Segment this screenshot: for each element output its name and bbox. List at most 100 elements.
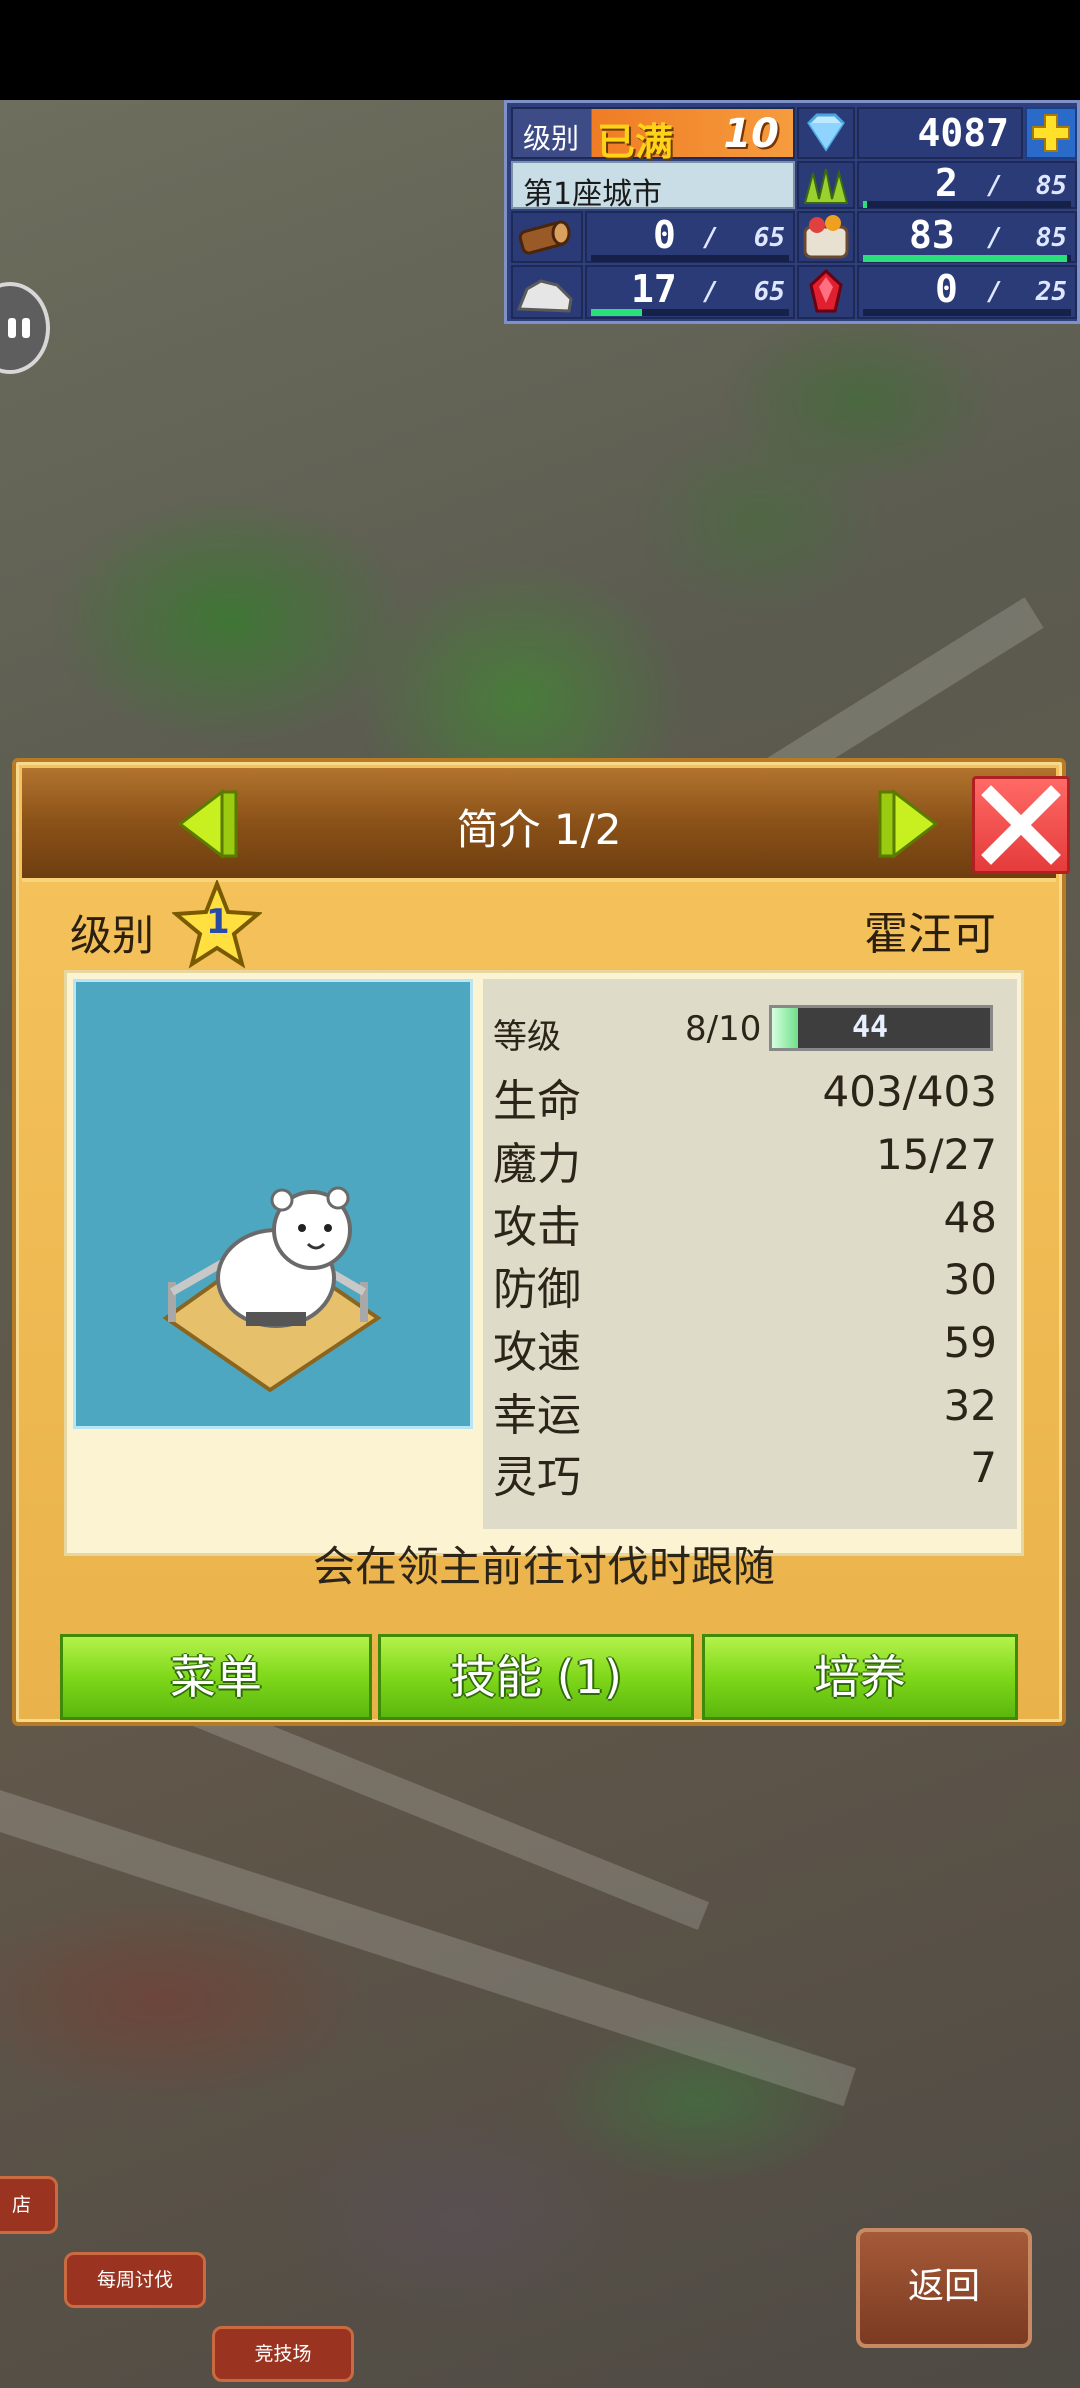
- lumber-progress-bar: [591, 255, 789, 262]
- grass-slash: /: [987, 171, 1003, 201]
- level-cell: 级别 已满 10: [511, 107, 795, 164]
- grade-label: 等级: [493, 1017, 561, 1057]
- stat-value: 32: [943, 1381, 997, 1430]
- star-level-badge: 1: [170, 878, 264, 970]
- ruby-max: 25: [1035, 277, 1067, 307]
- close-icon: [981, 785, 1061, 865]
- stat-label: 幸运: [493, 1390, 581, 1441]
- lumber-resource: 0 / 65: [585, 211, 795, 263]
- arena-label: 竞技场: [254, 2343, 312, 2365]
- status-bar: [0, 0, 1080, 100]
- grade-exp-bar: 44: [769, 1005, 993, 1051]
- gem-count: 4087: [917, 111, 1009, 155]
- stat-value: 30: [943, 1255, 997, 1304]
- stat-value: 59: [943, 1318, 997, 1367]
- stone-slash: /: [703, 277, 719, 307]
- stat-value: 403/403: [822, 1067, 997, 1116]
- lumber-icon-cell: [511, 211, 583, 263]
- polar-bear-icon: [162, 1186, 382, 1393]
- level-max-badge: 已满: [597, 120, 674, 164]
- character-profile-dialog: 简介 1/2 级别 1 霍汪可 等级 8/10 44 生命 403/403 魔力…: [12, 758, 1070, 1726]
- grass-max: 85: [1035, 171, 1067, 201]
- add-gems-button[interactable]: [1025, 107, 1077, 159]
- ruby-slash: /: [987, 277, 1003, 307]
- stat-row: 幸运 32: [493, 1375, 1007, 1441]
- grade-exp-text: 44: [852, 1010, 889, 1045]
- grass-resource: 2 / 85: [857, 161, 1077, 209]
- stat-row: 攻速 59: [493, 1312, 1007, 1378]
- level-value: 10: [723, 111, 779, 157]
- character-description: 会在领主前往讨伐时跟随: [312, 1542, 775, 1591]
- stat-label: 灵巧: [493, 1452, 581, 1503]
- stone-max: 65: [753, 277, 785, 307]
- stone-icon-cell: [511, 265, 583, 319]
- stat-row: 魔力 15/27: [493, 1124, 1007, 1190]
- food-slash: /: [987, 223, 1003, 253]
- stat-row: 攻击 48: [493, 1187, 1007, 1253]
- city-name-cell[interactable]: 第1座城市: [511, 161, 795, 212]
- character-name: 霍汪可: [864, 909, 996, 960]
- plus-icon: [1032, 114, 1070, 152]
- food-progress-bar: [863, 255, 1071, 262]
- gem-count-cell: 4087: [857, 107, 1023, 159]
- shop-label: 店: [11, 2194, 31, 2216]
- weekly-raid-label: 每周讨伐: [96, 2269, 173, 2291]
- star-level-number: 1: [206, 902, 230, 942]
- stone-icon: [516, 279, 573, 313]
- train-button[interactable]: 培养: [702, 1634, 1018, 1720]
- food-icon: [803, 215, 849, 259]
- chat-icon: [8, 318, 16, 338]
- grass-icon-cell: [797, 161, 855, 209]
- character-portrait: [73, 979, 473, 1429]
- arena-button[interactable]: 竞技场: [212, 2326, 354, 2382]
- character-level-label: 级别: [70, 911, 155, 960]
- level-label: 级别: [523, 122, 580, 155]
- stat-label: 魔力: [493, 1139, 581, 1190]
- grass-progress-bar: [863, 201, 1071, 208]
- skills-button[interactable]: 技能 (1): [378, 1634, 694, 1720]
- stats-panel: 等级 8/10 44 生命 403/403 魔力 15/27 攻击 48 防御: [483, 979, 1017, 1529]
- grass-icon: [803, 168, 849, 204]
- stat-value: 15/27: [875, 1130, 997, 1179]
- lumber-icon: [518, 220, 571, 255]
- stone-resource: 17 / 65: [585, 265, 795, 319]
- stat-row: 灵巧 7: [493, 1437, 1007, 1503]
- food-icon-cell: [797, 211, 855, 263]
- next-page-button[interactable]: [874, 788, 944, 860]
- stat-label: 防御: [493, 1264, 581, 1315]
- stat-row: 防御 30: [493, 1249, 1007, 1315]
- ruby-icon: [809, 268, 843, 313]
- menu-button[interactable]: 菜单: [60, 1634, 372, 1720]
- stat-value: 7: [970, 1443, 997, 1492]
- diamond-icon: [807, 113, 845, 152]
- shop-button[interactable]: 店: [0, 2176, 58, 2234]
- food-resource: 83 / 85: [857, 211, 1077, 263]
- close-button[interactable]: [972, 776, 1070, 874]
- stat-label: 生命: [493, 1076, 581, 1127]
- dialog-header: 简介 1/2: [22, 768, 1070, 882]
- stat-label: 攻击: [493, 1202, 581, 1253]
- lumber-value: 0: [653, 213, 676, 257]
- ruby-value: 0: [935, 267, 958, 311]
- grade-exp-fill: [772, 1008, 799, 1048]
- food-max: 85: [1035, 223, 1067, 253]
- stone-progress-bar: [591, 309, 789, 316]
- ruby-progress-bar: [863, 309, 1071, 316]
- stat-label: 攻速: [493, 1327, 581, 1378]
- weekly-raid-button[interactable]: 每周讨伐: [64, 2252, 206, 2308]
- stat-value: 48: [943, 1193, 997, 1242]
- grade-value: 8/10: [685, 1009, 762, 1049]
- arrow-right-icon: [878, 788, 939, 860]
- stone-value: 17: [631, 267, 677, 311]
- city-name: 第1座城市: [523, 177, 663, 212]
- lumber-max: 65: [753, 223, 785, 253]
- ruby-resource: 0 / 25: [857, 265, 1077, 319]
- back-button[interactable]: 返回: [856, 2228, 1032, 2348]
- ruby-icon-cell: [797, 265, 855, 319]
- stat-row: 生命 403/403: [493, 1061, 1007, 1127]
- character-info-panel: 等级 8/10 44 生命 403/403 魔力 15/27 攻击 48 防御: [64, 970, 1024, 1591]
- gem-icon-cell: [797, 107, 855, 159]
- grade-row: 等级 8/10 44: [493, 999, 1007, 1059]
- lumber-slash: /: [703, 223, 719, 253]
- grass-value: 2: [935, 161, 958, 205]
